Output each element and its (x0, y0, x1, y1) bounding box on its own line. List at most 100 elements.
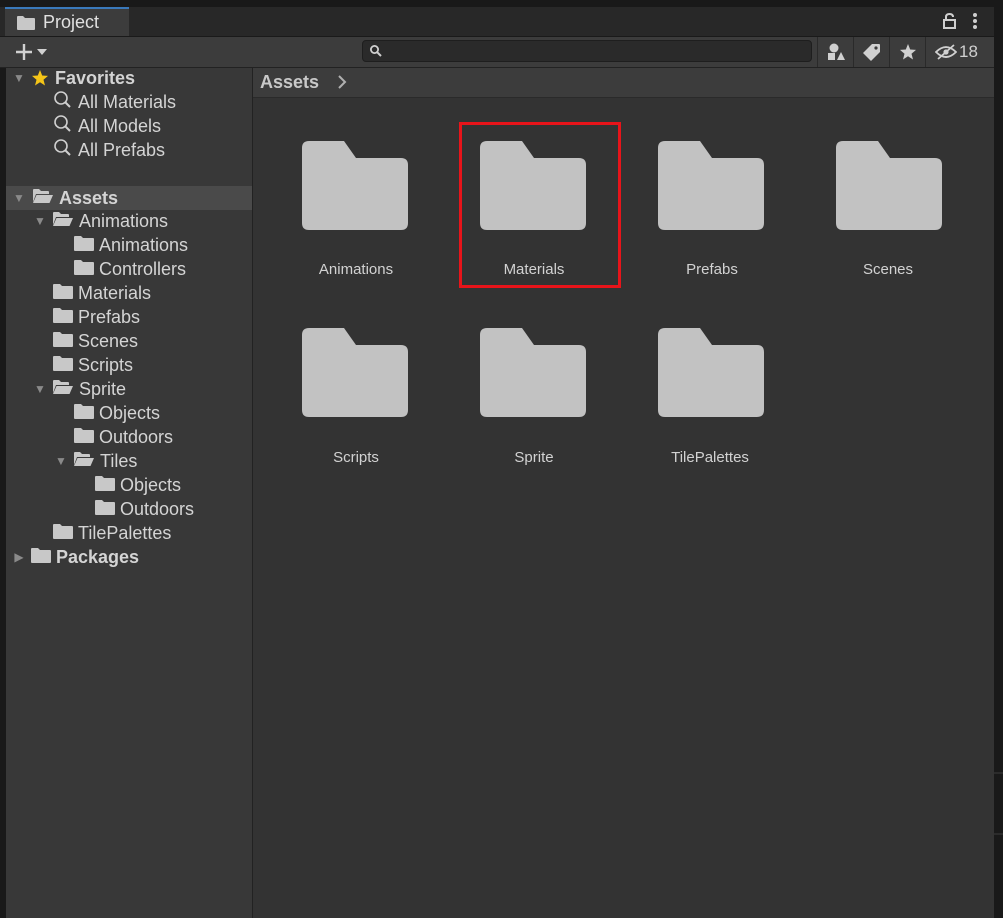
folder-icon (95, 475, 115, 496)
project-tab[interactable]: Project (5, 7, 129, 36)
highlight-box (459, 122, 621, 288)
grid-folder-label: Prefabs (686, 261, 738, 278)
folder-icon (480, 328, 586, 417)
grid-folder-label: Animations (318, 261, 394, 278)
tree-favorite-item[interactable]: All Materials (53, 90, 176, 114)
folder-icon (74, 259, 94, 280)
tree-folder[interactable]: Controllers (74, 257, 186, 281)
favorites-filter-button[interactable] (889, 37, 925, 67)
folder-icon (53, 523, 73, 544)
grid-folder-sprite[interactable] (478, 327, 590, 419)
edge-divider (994, 772, 1003, 774)
tree-label: Animations (79, 210, 169, 231)
grid-folder-animations[interactable] (300, 140, 412, 232)
tree-folder-sprite[interactable]: ▼ Sprite (32, 377, 126, 401)
edge-divider (994, 833, 1003, 835)
tab-bar (0, 7, 994, 37)
grid-folder-scripts[interactable] (300, 327, 412, 419)
tree-label: Scripts (78, 354, 134, 375)
tree-label: Prefabs (78, 306, 141, 327)
collapsed-arrow-icon[interactable]: ▶ (11, 550, 27, 564)
expand-arrow-icon[interactable]: ▼ (11, 71, 27, 85)
open-folder-icon (52, 379, 74, 400)
expand-arrow-icon[interactable]: ▼ (11, 191, 27, 205)
tree-folder[interactable]: Animations (74, 233, 188, 257)
top-strip (0, 0, 1003, 7)
window-edge (994, 0, 1003, 918)
star-icon (31, 69, 49, 87)
tree-label: Objects (99, 402, 161, 423)
search-input[interactable] (387, 42, 809, 62)
tree-folder[interactable]: Objects (74, 401, 160, 425)
tab-label: Project (43, 12, 100, 32)
plus-icon (14, 42, 34, 62)
breadcrumb-assets[interactable]: Assets (260, 72, 319, 93)
folder-icon (836, 141, 942, 230)
folder-icon (95, 499, 115, 520)
grid-folder-tilepalettes[interactable] (656, 327, 768, 419)
add-button[interactable] (14, 41, 54, 63)
tree-label: Objects (120, 474, 182, 495)
expand-arrow-icon[interactable]: ▼ (32, 382, 48, 396)
tree-label: Tiles (100, 450, 138, 471)
label-filter-button[interactable] (853, 37, 889, 67)
open-folder-icon (73, 451, 95, 472)
star-icon (899, 43, 917, 61)
tag-icon (862, 43, 881, 61)
tree-assets[interactable]: ▼ Assets (6, 186, 252, 210)
grid-folder-prefabs[interactable] (656, 140, 768, 232)
tree-folder-animations[interactable]: ▼ Animations (32, 209, 168, 233)
tree-label: Outdoors (99, 426, 174, 447)
tree-folder[interactable]: Outdoors (95, 497, 194, 521)
tree-label: Animations (99, 234, 189, 255)
search-icon (53, 114, 73, 139)
tree-label: Scenes (78, 330, 139, 351)
hidden-count: 18 (959, 42, 978, 61)
tree-folder-tiles[interactable]: ▼ Tiles (53, 449, 137, 473)
tree-label: TilePalettes (78, 522, 172, 543)
lock-icon[interactable] (942, 12, 958, 30)
tree-folder[interactable]: Outdoors (74, 425, 173, 449)
tree-folder-scripts[interactable]: Scripts (53, 353, 133, 377)
tree-favorite-item[interactable]: All Prefabs (53, 138, 165, 162)
tree-label: All Materials (78, 91, 177, 112)
tree-folder-tilepalettes[interactable]: TilePalettes (53, 521, 171, 545)
folder-icon (74, 427, 94, 448)
folder-icon (53, 283, 73, 304)
tree-favorite-item[interactable]: All Models (53, 114, 161, 138)
grid-folder-scenes[interactable] (834, 140, 946, 232)
chevron-right-icon (337, 75, 347, 94)
tree-folder[interactable]: Objects (95, 473, 181, 497)
tree-folder-prefabs[interactable]: Prefabs (53, 305, 140, 329)
type-filter-button[interactable] (817, 37, 853, 67)
tree-folder-materials[interactable]: Materials (53, 281, 151, 305)
breadcrumb: Assets (253, 68, 994, 98)
folder-icon (74, 235, 94, 256)
open-folder-icon (52, 211, 74, 232)
tree-label: Materials (78, 282, 152, 303)
open-folder-icon (32, 188, 54, 209)
tree-favorites[interactable]: ▼ Favorites (11, 66, 135, 90)
grid-folder-label: TilePalettes (671, 449, 749, 466)
expand-arrow-icon[interactable]: ▼ (53, 454, 69, 468)
kebab-menu-icon[interactable] (970, 12, 980, 30)
eye-slash-icon (935, 44, 958, 60)
folder-icon (658, 141, 764, 230)
folder-icon (302, 141, 408, 230)
folder-icon (74, 403, 94, 424)
folder-icon (17, 15, 35, 30)
tree-label: Packages (56, 546, 140, 567)
folder-icon (53, 307, 73, 328)
tree-folder-scenes[interactable]: Scenes (53, 329, 138, 353)
search-field[interactable] (362, 40, 812, 62)
hidden-packages-button[interactable]: 18 (925, 37, 987, 67)
expand-arrow-icon[interactable]: ▼ (32, 214, 48, 228)
folder-icon (53, 331, 73, 352)
tree-packages[interactable]: ▶ Packages (11, 545, 139, 569)
tree-label: Outdoors (120, 498, 195, 519)
tree-label: Assets (59, 187, 119, 208)
shapes-filter-icon (826, 42, 846, 62)
search-icon (53, 90, 73, 115)
tree-label: All Models (78, 115, 162, 136)
folder-icon (53, 355, 73, 376)
